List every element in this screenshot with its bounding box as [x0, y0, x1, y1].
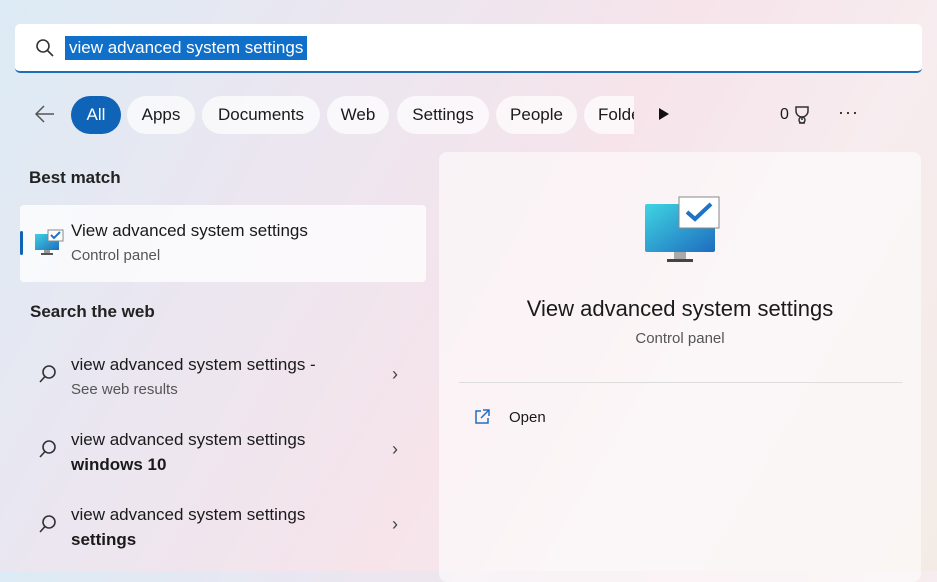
open-external-icon [475, 409, 490, 424]
selection-indicator [20, 231, 23, 255]
web-result[interactable]: view advanced system settings windows 10 … [20, 423, 426, 479]
tab-all[interactable]: All [71, 96, 121, 134]
search-box[interactable]: view advanced system settings [15, 24, 922, 73]
search-icon [39, 365, 56, 383]
web-result-query: view advanced system settings [71, 430, 306, 449]
tab-people[interactable]: People [496, 96, 577, 134]
web-result-suffix: settings [71, 530, 137, 549]
chevron-right-icon[interactable]: › [392, 514, 398, 535]
chevron-right-icon[interactable]: › [392, 364, 398, 385]
scroll-right-icon[interactable] [658, 107, 670, 121]
best-match-subtitle: Control panel [71, 247, 161, 264]
tab-apps[interactable]: Apps [127, 96, 195, 134]
best-match-heading: Best match [29, 168, 121, 187]
tab-web[interactable]: Web [327, 96, 389, 134]
web-result[interactable]: view advanced system settings - See web r… [20, 348, 426, 404]
web-result[interactable]: view advanced system settings settings › [20, 498, 426, 554]
detail-panel: View advanced system settings Control pa… [439, 152, 921, 582]
system-settings-large-icon [645, 196, 720, 262]
web-result-suffix: windows 10 [71, 455, 167, 474]
open-action[interactable]: Open [473, 408, 546, 426]
search-web-heading: Search the web [30, 302, 155, 321]
chevron-right-icon[interactable]: › [392, 439, 398, 460]
web-result-query: view advanced system settings [71, 505, 306, 524]
tab-folders[interactable]: Folde [584, 96, 634, 134]
divider [459, 382, 902, 383]
points-count: 0 [780, 106, 789, 123]
filter-bar: All Apps Documents Web Settings People F… [30, 96, 910, 134]
detail-title: View advanced system settings [526, 296, 834, 321]
best-match-item[interactable]: View advanced system settings Control pa… [20, 205, 426, 282]
rewards-points[interactable]: 0 [780, 105, 811, 125]
more-options-button[interactable]: ··· [838, 102, 859, 123]
search-input[interactable]: view advanced system settings [65, 35, 308, 60]
web-result-hint: See web results [71, 381, 178, 398]
system-settings-icon [35, 229, 64, 255]
web-result-query: view advanced system settings - [71, 355, 316, 374]
tab-settings[interactable]: Settings [397, 96, 489, 134]
tab-documents[interactable]: Documents [202, 96, 320, 134]
search-icon [39, 515, 56, 533]
detail-subtitle: Control panel [635, 330, 725, 347]
back-arrow-icon[interactable] [34, 104, 56, 124]
trophy-icon [795, 106, 809, 124]
best-match-title: View advanced system settings [71, 221, 308, 240]
search-icon [36, 38, 54, 57]
open-label: Open [509, 408, 546, 426]
search-icon [39, 440, 56, 458]
